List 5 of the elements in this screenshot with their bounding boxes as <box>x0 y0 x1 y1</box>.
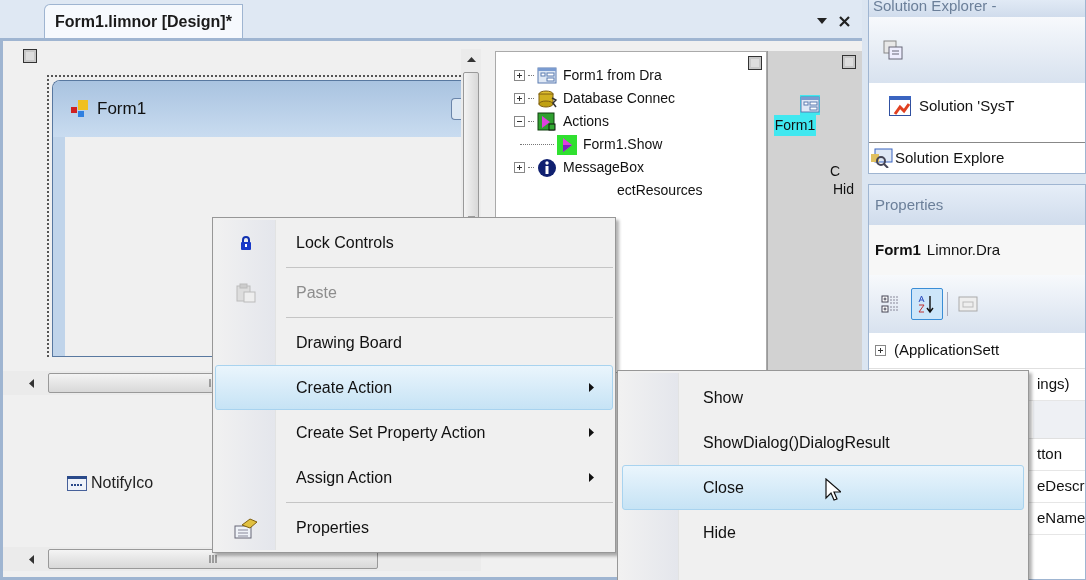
form-title: Form1 <box>97 98 147 121</box>
panel-title: Properties <box>869 185 1086 225</box>
panel-title: Solution Explorer - <box>869 0 1086 17</box>
object-type: Limnor.Dra <box>926 239 1001 260</box>
object-name: Form1 <box>875 239 921 260</box>
